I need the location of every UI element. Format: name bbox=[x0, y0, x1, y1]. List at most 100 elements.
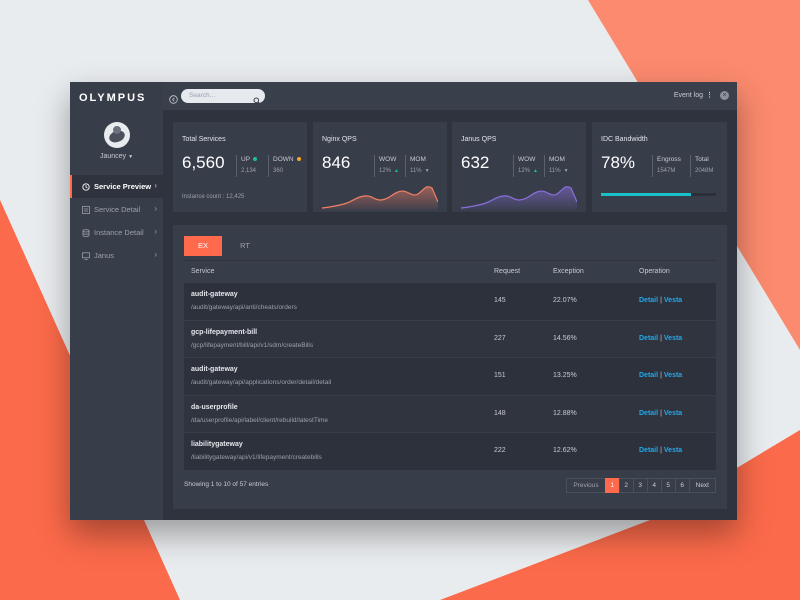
up-label: UP bbox=[241, 156, 251, 163]
request-count: 222 bbox=[494, 447, 506, 454]
sidebar-item-janus[interactable]: Janus › bbox=[70, 244, 163, 267]
detail-link[interactable]: Detail bbox=[639, 297, 658, 304]
detail-link[interactable]: Detail bbox=[639, 335, 658, 342]
request-count: 145 bbox=[494, 297, 506, 304]
divider bbox=[374, 155, 375, 177]
page-button-3[interactable]: 3 bbox=[632, 478, 648, 493]
services-table-body: audit-gateway /audit/gateway/api/anti/ch… bbox=[184, 283, 716, 471]
request-count: 227 bbox=[494, 334, 506, 342]
wow-change: 12% ▲ bbox=[518, 168, 538, 174]
exception-rate: 22.07% bbox=[553, 297, 577, 304]
card-title: Janus QPS bbox=[461, 136, 497, 143]
service-name: da-userprofile bbox=[191, 403, 238, 411]
separator: | bbox=[660, 334, 662, 342]
service-name: gcp-lifepayment-bill bbox=[191, 328, 258, 336]
sidebar-item-service-detail[interactable]: Service Detail › bbox=[70, 198, 163, 221]
column-header-service[interactable]: Service bbox=[191, 268, 214, 275]
vesta-link[interactable]: Vesta bbox=[664, 447, 682, 454]
column-header-request[interactable]: Request bbox=[494, 268, 520, 275]
mom-value: 11% bbox=[410, 168, 422, 174]
up-value: 2,134 bbox=[241, 168, 257, 174]
engross-value: 1547M bbox=[657, 168, 676, 174]
divider bbox=[690, 155, 691, 177]
more-vertical-icon: ⋮ bbox=[706, 92, 713, 99]
page-button-5[interactable]: 5 bbox=[660, 478, 676, 493]
service-path: /gcp/lifepayment/bill/api/v1/sdm/createB… bbox=[191, 341, 314, 349]
chevron-right-icon: › bbox=[154, 227, 157, 236]
divider bbox=[268, 155, 269, 177]
page-button-2[interactable]: 2 bbox=[618, 478, 634, 493]
instance-count: Instance count : 12,425 bbox=[182, 194, 244, 200]
service-path: /audit/gateway/api/applications/order/de… bbox=[191, 379, 332, 386]
search-placeholder: Search... bbox=[189, 92, 216, 99]
page-button-4[interactable]: 4 bbox=[646, 478, 662, 493]
column-header-exception[interactable]: Exception bbox=[553, 268, 584, 275]
sidebar-item-label: Instance Detail bbox=[94, 228, 144, 237]
wow-label: WOW bbox=[518, 156, 536, 163]
table-row: audit-gateway /audit/gateway/api/anti/ch… bbox=[184, 283, 716, 321]
down-label: DOWN bbox=[273, 156, 294, 163]
page-button-1[interactable]: 1 bbox=[604, 478, 620, 493]
services-panel: EX RT Service Request Exception Operatio… bbox=[173, 225, 727, 509]
divider bbox=[236, 155, 237, 177]
previous-page-button[interactable]: Previous bbox=[566, 478, 606, 493]
vesta-link[interactable]: Vesta bbox=[664, 372, 682, 379]
table-header: Service Request Exception Operation bbox=[184, 260, 716, 282]
service-path: /audit/gateway/api/anti/cheats/orders bbox=[191, 304, 297, 311]
wow-change: 12% ▲ bbox=[379, 168, 399, 174]
search-icon[interactable] bbox=[253, 92, 261, 110]
event-log-menu[interactable]: Event log ⋮ bbox=[674, 91, 713, 99]
idc-bandwidth-card: IDC Bandwidth 78% Engross 1547M Total 20… bbox=[592, 122, 727, 212]
app-logo: OLYMPUS bbox=[79, 92, 147, 104]
engross-label: Engross bbox=[657, 156, 681, 163]
avatar[interactable] bbox=[104, 122, 130, 148]
card-title: IDC Bandwidth bbox=[601, 136, 648, 143]
janus-qps-card: Janus QPS 632 WOW 12% ▲ MOM 11% ▼ bbox=[452, 122, 586, 212]
detail-link[interactable]: Detail bbox=[639, 447, 658, 454]
mom-change: 11% ▼ bbox=[549, 168, 569, 174]
service-path: /liabilitygateway/api/v1/lifepayment/cre… bbox=[191, 454, 322, 461]
detail-link[interactable]: Detail bbox=[639, 372, 658, 379]
arrow-up-icon: ▲ bbox=[533, 168, 538, 174]
top-bar: Search... Event log ⋮ × bbox=[163, 82, 737, 110]
total-services-value: 6,560 bbox=[182, 153, 225, 172]
sidebar-item-label: Service Detail bbox=[94, 205, 141, 214]
mom-value: 11% bbox=[549, 168, 561, 174]
total-value: 2048M bbox=[695, 168, 714, 174]
down-value: 360 bbox=[273, 168, 284, 174]
monitor-icon bbox=[82, 251, 90, 260]
tab-ex[interactable]: EX bbox=[184, 236, 222, 256]
user-menu[interactable]: Jauncey ▼ bbox=[70, 153, 163, 160]
sidebar: OLYMPUS Jauncey ▼ Service Preview › Servi… bbox=[70, 82, 163, 520]
chevron-right-icon: › bbox=[154, 181, 157, 190]
vesta-link[interactable]: Vesta bbox=[664, 410, 682, 417]
sidebar-item-instance-detail[interactable]: Instance Detail › bbox=[70, 221, 163, 244]
close-icon[interactable]: × bbox=[720, 91, 729, 100]
username-label: Jauncey bbox=[99, 153, 127, 160]
page-button-6[interactable]: 6 bbox=[674, 478, 690, 493]
row-operations: Detail | Vesta bbox=[639, 297, 682, 304]
vesta-link[interactable]: Vesta bbox=[664, 297, 682, 304]
event-log-label: Event log bbox=[673, 92, 703, 99]
collapse-menu-icon[interactable] bbox=[169, 91, 178, 109]
next-page-button[interactable]: Next bbox=[688, 478, 716, 493]
request-count: 151 bbox=[494, 372, 506, 379]
search-input[interactable]: Search... bbox=[181, 89, 265, 105]
caret-down-icon: ▼ bbox=[128, 154, 134, 160]
dashboard-window: OLYMPUS Jauncey ▼ Service Preview › Servi… bbox=[70, 82, 737, 520]
table-row: da-userprofile /da/userprofile/api/label… bbox=[184, 395, 716, 433]
row-operations: Detail | Vesta bbox=[639, 335, 682, 342]
divider bbox=[652, 155, 653, 177]
database-icon bbox=[82, 228, 90, 237]
arrow-up-icon: ▲ bbox=[394, 168, 399, 174]
service-name: liabilitygateway bbox=[191, 441, 243, 448]
janus-qps-value: 632 bbox=[461, 153, 490, 172]
vesta-link[interactable]: Vesta bbox=[664, 335, 682, 342]
sidebar-item-service-preview[interactable]: Service Preview › bbox=[70, 175, 163, 198]
sidebar-item-label: Service Preview bbox=[94, 182, 152, 191]
exception-rate: 12.62% bbox=[553, 447, 577, 454]
service-name: audit-gateway bbox=[191, 291, 238, 298]
tab-rt[interactable]: RT bbox=[226, 236, 264, 256]
down-label-wrap: DOWN bbox=[273, 156, 301, 163]
detail-link[interactable]: Detail bbox=[639, 410, 658, 417]
